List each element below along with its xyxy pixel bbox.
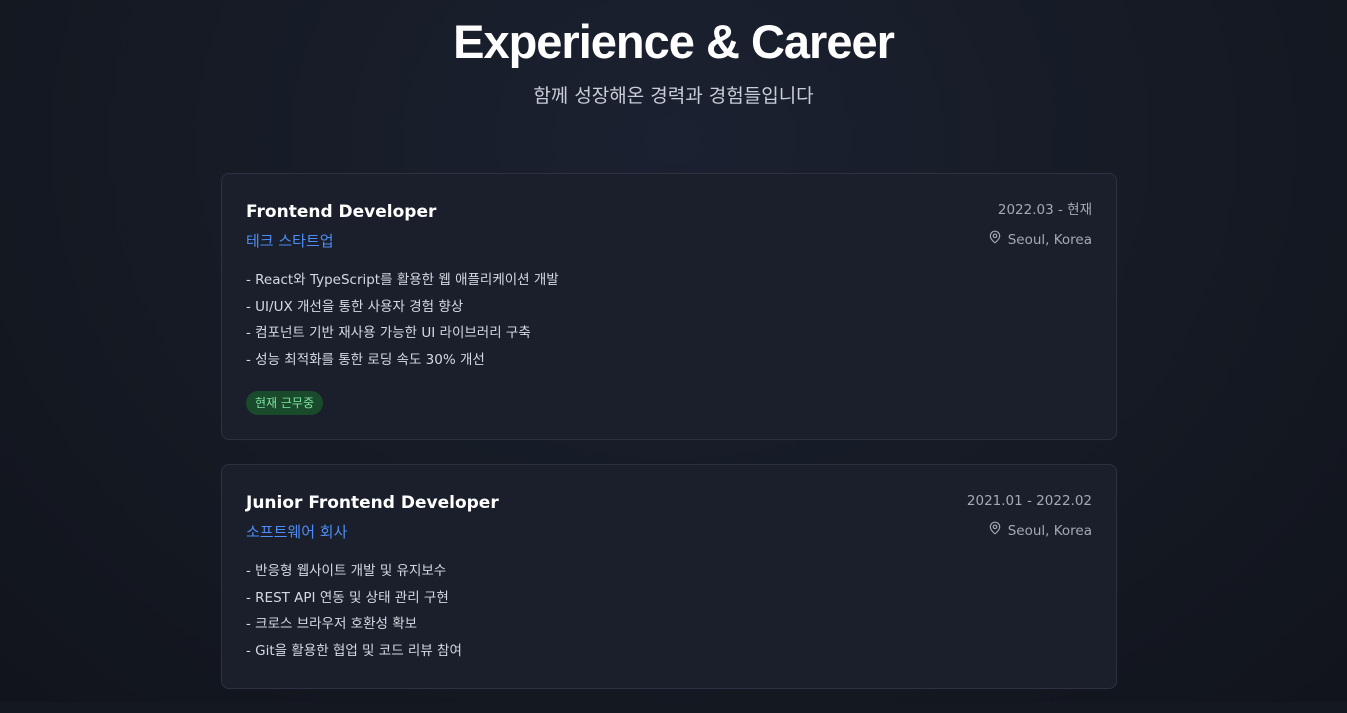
responsibility-item: - 성능 최적화를 통한 로딩 속도 30% 개선 — [246, 351, 485, 368]
section-header: Experience & Career 함께 성장해온 경력과 경험들입니다 — [0, 0, 1347, 109]
location-text: Seoul, Korea — [1007, 523, 1092, 539]
experience-list: Frontend Developer 테크 스타트업 2022.03 - 현재 … — [221, 173, 1117, 713]
responsibility-item: - React와 TypeScript를 활용한 웹 애플리케이션 개발 — [246, 272, 559, 288]
job-period: 2021.01 - 2022.02 — [966, 493, 1092, 509]
location-text: Seoul, Korea — [1007, 232, 1092, 248]
responsibility-item: - REST API 연동 및 상태 관리 구현 — [246, 589, 449, 606]
responsibility-item: - UI/UX 개선을 통한 사용자 경험 향상 — [246, 298, 464, 315]
map-pin-icon — [988, 230, 1002, 250]
job-meta: 2022.03 - 현재 Seoul, Korea — [988, 200, 1092, 250]
responsibility-item: - 반응형 웹사이트 개발 및 유지보수 — [246, 563, 447, 579]
job-location: Seoul, Korea — [967, 521, 1092, 541]
page-title: Experience & Career — [453, 15, 895, 68]
responsibility-list: - React와 TypeScript를 활용한 웹 애플리케이션 개발 - U… — [246, 267, 1092, 373]
experience-card: Frontend Developer 테크 스타트업 2022.03 - 현재 … — [221, 173, 1117, 440]
job-role: Junior Frontend Developer — [246, 493, 499, 513]
job-meta: 2021.01 - 2022.02 Seoul, Korea — [967, 491, 1092, 541]
map-pin-icon — [988, 521, 1002, 541]
responsibility-item: - Git을 활용한 협업 및 코드 리뷰 참여 — [246, 642, 462, 659]
responsibility-item: - 컴포넌트 기반 재사용 가능한 UI 라이브러리 구축 — [246, 325, 531, 341]
experience-card: Junior Frontend Developer 소프트웨어 회사 2021.… — [221, 464, 1117, 689]
responsibility-list: - 반응형 웹사이트 개발 및 유지보수 - REST API 연동 및 상태 … — [246, 558, 1092, 664]
responsibility-item: - 크로스 브라우저 호환성 확보 — [246, 616, 418, 632]
page-subtitle: 함께 성장해온 경력과 경험들입니다 — [533, 85, 814, 107]
status-badge: 현재 근무중 — [246, 391, 324, 415]
company-name: 테크 스타트업 — [246, 232, 334, 250]
job-period: 2022.03 - 현재 — [997, 202, 1092, 218]
job-role: Frontend Developer — [246, 202, 437, 222]
job-location: Seoul, Korea — [988, 230, 1092, 250]
company-name: 소프트웨어 회사 — [246, 523, 348, 541]
